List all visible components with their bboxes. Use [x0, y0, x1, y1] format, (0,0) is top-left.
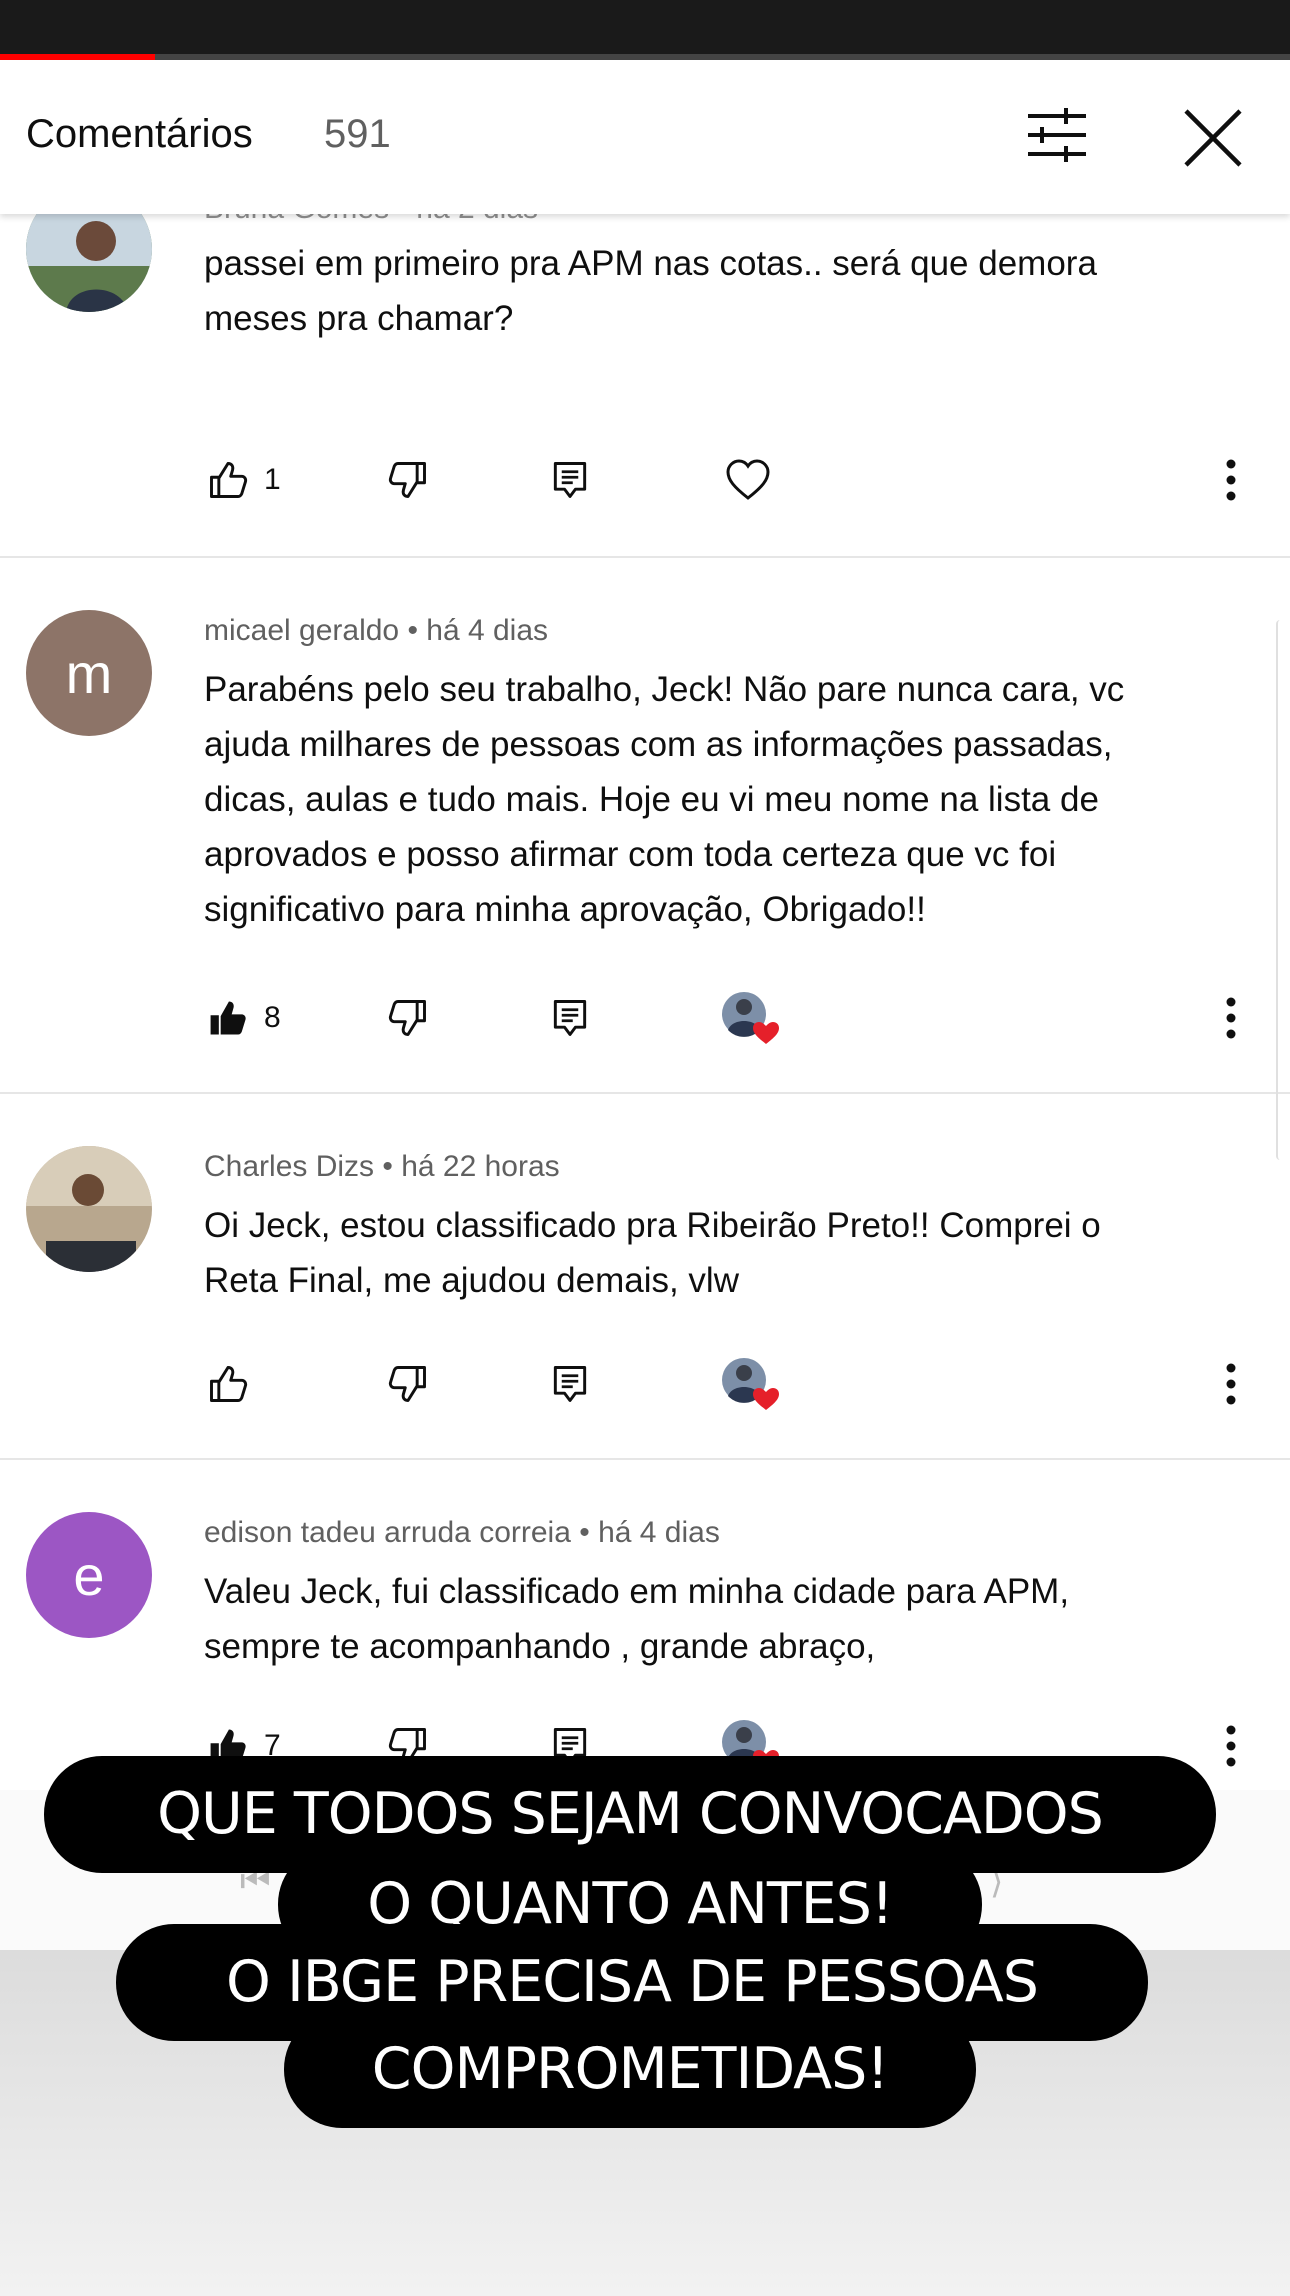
comment-actions: [0, 1354, 1290, 1414]
comment-item: m micael geraldo • há 4 dias Parabéns pe…: [0, 556, 1290, 1094]
reply-button[interactable]: [548, 1354, 592, 1414]
like-button[interactable]: [206, 1354, 250, 1414]
scrollbar[interactable]: [1276, 620, 1286, 1160]
comment-actions: 8: [0, 988, 1290, 1048]
avatar-photo: [26, 1146, 152, 1272]
like-button[interactable]: 1: [206, 450, 281, 510]
caption-line: COMPROMETIDAS!: [284, 2011, 976, 2128]
reply-icon: [548, 458, 592, 502]
more-vert-icon[interactable]: [1216, 1360, 1246, 1408]
more-vert-icon[interactable]: [1216, 994, 1246, 1042]
close-icon[interactable]: [1180, 105, 1246, 171]
comments-header: Comentários 591: [0, 60, 1290, 214]
thumbs-down-icon: [386, 996, 430, 1040]
comments-title: Comentários: [26, 112, 253, 156]
reply-button[interactable]: [548, 988, 592, 1048]
reply-button[interactable]: [548, 450, 592, 510]
comment-actions: 1: [0, 450, 1290, 510]
comment-item: Bruna Gomes • há 2 dias passei em primei…: [0, 186, 1290, 558]
comment-text: passei em primeiro pra APM nas cotas.. s…: [204, 236, 1244, 346]
creator-heart-icon[interactable]: [720, 990, 782, 1046]
reply-icon: [548, 1362, 592, 1406]
comment-text: Oi Jeck, estou classificado pra Ribeirão…: [204, 1198, 1244, 1308]
comment-text-line: Reta Final, me ajudou demais, vlw: [204, 1261, 739, 1300]
dislike-button[interactable]: [386, 1354, 430, 1414]
more-vert-icon[interactable]: [1216, 456, 1246, 504]
comment-text-line: Valeu Jeck, fui classificado em minha ci…: [204, 1572, 1070, 1611]
comment-text: Valeu Jeck, fui classificado em minha ci…: [204, 1564, 1244, 1674]
thumbs-up-icon: [206, 1362, 250, 1406]
comment-text-line: ajuda milhares de pessoas com as informa…: [204, 725, 1113, 764]
comment-text-line: dicas, aulas e tudo mais. Hoje eu vi meu…: [204, 780, 1099, 819]
comment-author-meta[interactable]: Charles Dizs • há 22 horas: [204, 1150, 560, 1184]
comment-author-meta[interactable]: micael geraldo • há 4 dias: [204, 614, 548, 648]
comment-item: Charles Dizs • há 22 horas Oi Jeck, esto…: [0, 1092, 1290, 1460]
thumbs-up-icon: [206, 458, 250, 502]
like-count: 1: [264, 463, 281, 496]
avatar[interactable]: e: [26, 1512, 152, 1638]
comment-text-line: aprovados e posso afirmar com toda certe…: [204, 835, 1057, 874]
like-count: 8: [264, 1001, 281, 1034]
dislike-button[interactable]: [386, 988, 430, 1048]
heart-button[interactable]: [724, 450, 772, 510]
thumbs-up-icon: [206, 996, 250, 1040]
avatar[interactable]: m: [26, 610, 152, 736]
avatar-letter: m: [65, 641, 113, 705]
thumbs-down-icon: [386, 1362, 430, 1406]
video-player-strip: [0, 0, 1290, 60]
comment-text: Parabéns pelo seu trabalho, Jeck! Não pa…: [204, 662, 1244, 937]
comment-text-line: Oi Jeck, estou classificado pra Ribeirão…: [204, 1206, 1101, 1245]
comment-text-line: passei em primeiro pra APM nas cotas.. s…: [204, 244, 1097, 283]
comment-text-line: sempre te acompanhando , grande abraço,: [204, 1627, 876, 1666]
comments-count: 591: [324, 112, 391, 156]
comment-text-line: Parabéns pelo seu trabalho, Jeck! Não pa…: [204, 670, 1125, 709]
avatar[interactable]: [26, 1146, 152, 1272]
heart-icon: [724, 456, 772, 504]
creator-heart-icon[interactable]: [720, 1356, 782, 1412]
filter-icon[interactable]: [1024, 102, 1090, 168]
avatar-letter: e: [73, 1543, 105, 1607]
more-vert-icon[interactable]: [1216, 1722, 1246, 1770]
like-button[interactable]: 8: [206, 988, 281, 1048]
comments-panel: Comentários 591 Bruna Gomes • há 2 dias …: [0, 60, 1290, 1950]
thumbs-down-icon: [386, 458, 430, 502]
reply-icon: [548, 996, 592, 1040]
dislike-button[interactable]: [386, 450, 430, 510]
comment-text-line: significativo para minha aprovação, Obri…: [204, 890, 926, 929]
comment-author-meta[interactable]: edison tadeu arruda correia • há 4 dias: [204, 1516, 720, 1550]
comment-text-line: meses pra chamar?: [204, 299, 514, 338]
